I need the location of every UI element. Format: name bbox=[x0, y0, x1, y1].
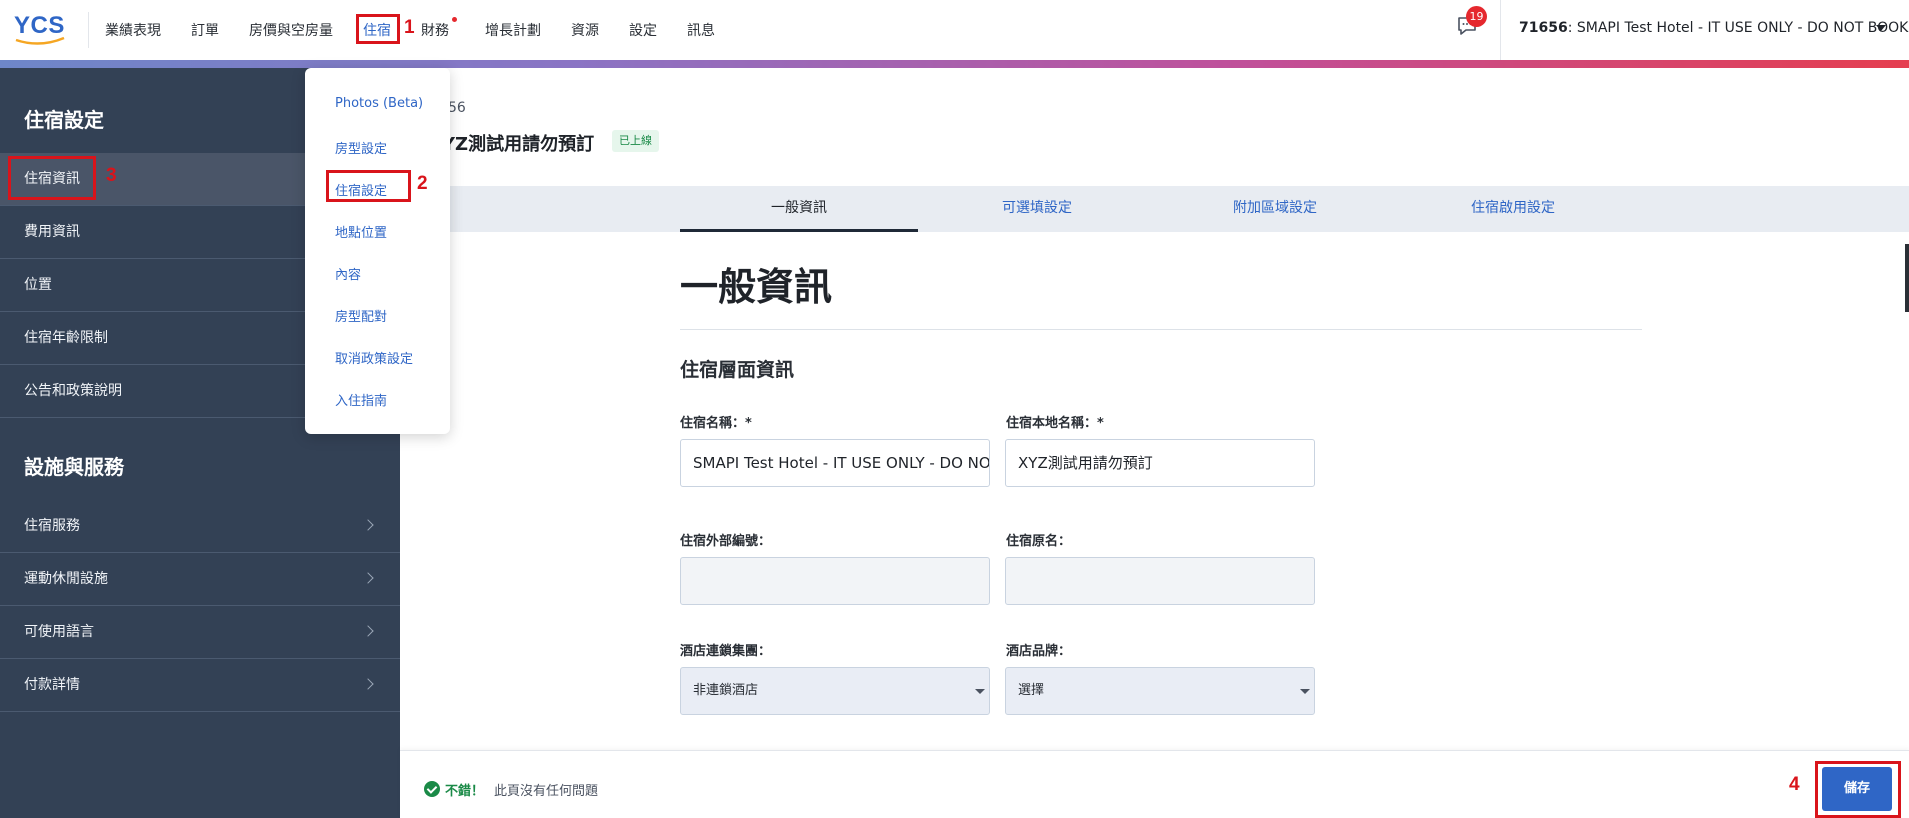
sidebar-item-label: 運動休閒設施 bbox=[24, 571, 108, 587]
sidebar-item-label: 可使用語言 bbox=[24, 624, 94, 640]
menu-item-cancellation[interactable]: 取消政策設定 bbox=[335, 348, 413, 367]
sidebar-item-services[interactable]: 住宿服務 bbox=[0, 500, 400, 553]
subsection-title: 住宿層面資訊 bbox=[680, 359, 795, 381]
menu-item-room-settings[interactable]: 房型設定 bbox=[335, 138, 387, 157]
divider bbox=[680, 329, 1642, 330]
caret-down-icon bbox=[1300, 689, 1310, 694]
property-name-field[interactable]: SMAPI Test Hotel - IT USE ONLY - DO NOT … bbox=[680, 439, 990, 487]
divider bbox=[88, 12, 89, 48]
external-id-label: 住宿外部編號： bbox=[680, 534, 772, 549]
notification-dot bbox=[452, 17, 457, 22]
annotation-box bbox=[8, 156, 96, 200]
nav-finance[interactable]: 財務 bbox=[421, 20, 449, 40]
sidebar-item-payment[interactable]: 付款詳情 bbox=[0, 659, 400, 712]
annotation-number: 4 bbox=[1789, 774, 1800, 795]
local-name-label: 住宿本地名稱：* bbox=[1006, 416, 1104, 431]
hotel-id: 71656 bbox=[1519, 20, 1568, 36]
hotel-chain-value: 非連鎖酒店 bbox=[693, 683, 759, 698]
section-title: 一般資訊 bbox=[680, 265, 833, 309]
hotel-name: : SMAPI Test Hotel - IT USE ONLY - DO NO… bbox=[1567, 20, 1909, 36]
menu-item-checkin-guide[interactable]: 入住指南 bbox=[335, 390, 387, 409]
menu-item-location[interactable]: 地點位置 bbox=[335, 222, 387, 241]
chevron-right-icon bbox=[362, 678, 374, 690]
caret-down-icon[interactable] bbox=[1876, 25, 1886, 31]
nav-performance[interactable]: 業績表現 bbox=[105, 20, 161, 40]
annotation-number: 2 bbox=[417, 173, 428, 194]
validation-status: 不錯！ bbox=[445, 784, 485, 799]
menu-item-photos[interactable]: Photos (Beta) bbox=[335, 96, 423, 111]
nav-resources[interactable]: 資源 bbox=[571, 20, 599, 40]
sidebar-section-title: 設施與服務 bbox=[24, 455, 124, 479]
sidebar-item-recreation[interactable]: 運動休閒設施 bbox=[0, 553, 400, 606]
tab-additional-areas[interactable]: 附加區域設定 bbox=[1156, 186, 1394, 232]
chevron-right-icon bbox=[362, 572, 374, 584]
status-badge: 已上線 bbox=[612, 130, 659, 152]
validation-message: 此頁沒有任何問題 bbox=[494, 784, 599, 799]
hotel-chain-label: 酒店連鎖集團： bbox=[680, 644, 772, 659]
chat-count-badge: 19 bbox=[1466, 6, 1487, 27]
annotation-box bbox=[326, 170, 411, 202]
local-name-field[interactable]: XYZ測試用請勿預訂 bbox=[1005, 439, 1315, 487]
page-title: YZ測試用請勿預訂 bbox=[442, 134, 595, 155]
top-navigation-bar: YCS 業績表現 訂單 房價與空房量 住宿 財務 增長計劃 資源 設定 訊息 1… bbox=[0, 0, 1909, 60]
nav-messages[interactable]: 訊息 bbox=[687, 20, 715, 40]
sidebar-item-label: 付款詳情 bbox=[24, 677, 80, 693]
property-dropdown-menu: Photos (Beta) 房型設定 住宿設定 地點位置 內容 房型配對 取消政… bbox=[305, 68, 450, 434]
logo-swoosh-icon bbox=[15, 36, 65, 45]
sidebar-section-title: 住宿設定 bbox=[24, 108, 104, 132]
hotel-selector[interactable]: 71656: SMAPI Test Hotel - IT USE ONLY - … bbox=[1519, 20, 1908, 36]
chevron-right-icon bbox=[362, 519, 374, 531]
menu-item-room-mapping[interactable]: 房型配對 bbox=[335, 306, 387, 325]
annotation-box bbox=[1815, 761, 1901, 818]
sidebar-item-languages[interactable]: 可使用語言 bbox=[0, 606, 400, 659]
nav-bookings[interactable]: 訂單 bbox=[191, 20, 219, 40]
chevron-right-icon bbox=[362, 625, 374, 637]
menu-item-content[interactable]: 內容 bbox=[335, 264, 361, 283]
tab-bar: 一般資訊 可選填設定 附加區域設定 住宿啟用設定 bbox=[400, 186, 1909, 232]
original-name-field[interactable] bbox=[1005, 557, 1315, 605]
nav-rates-availability[interactable]: 房價與空房量 bbox=[249, 20, 333, 40]
divider bbox=[1500, 0, 1501, 60]
check-circle-icon bbox=[424, 781, 440, 797]
annotation-number: 1 bbox=[404, 17, 415, 38]
property-name-label: 住宿名稱：* bbox=[680, 416, 752, 431]
nav-growth[interactable]: 增長計劃 bbox=[485, 20, 541, 40]
original-name-label: 住宿原名： bbox=[1006, 534, 1072, 549]
external-id-field[interactable] bbox=[680, 557, 990, 605]
annotation-box bbox=[356, 14, 400, 44]
caret-down-icon bbox=[975, 689, 985, 694]
sidebar-item-label: 住宿服務 bbox=[24, 518, 80, 534]
hotel-brand-label: 酒店品牌： bbox=[1006, 644, 1072, 659]
tab-general-info[interactable]: 一般資訊 bbox=[680, 186, 918, 232]
nav-settings[interactable]: 設定 bbox=[629, 20, 657, 40]
hotel-chain-select[interactable]: 非連鎖酒店 bbox=[680, 667, 990, 715]
hotel-brand-value: 選擇 bbox=[1018, 683, 1045, 698]
brand-gradient-strip bbox=[0, 60, 1909, 68]
tab-activation-settings[interactable]: 住宿啟用設定 bbox=[1394, 186, 1632, 232]
footer-bar bbox=[400, 750, 1909, 818]
property-id: 56 bbox=[448, 100, 466, 116]
tab-optional-settings[interactable]: 可選填設定 bbox=[918, 186, 1156, 232]
annotation-number: 3 bbox=[106, 165, 117, 186]
scrollbar[interactable] bbox=[1905, 244, 1909, 312]
hotel-brand-select[interactable]: 選擇 bbox=[1005, 667, 1315, 715]
